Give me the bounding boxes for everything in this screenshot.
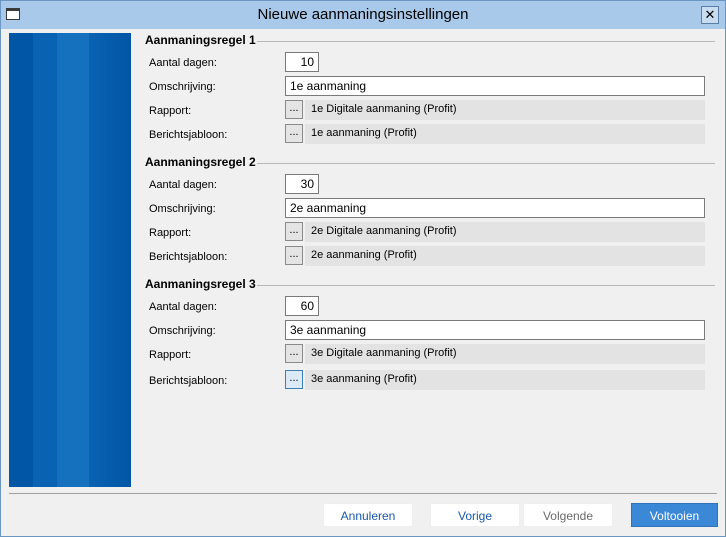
rule-2-report-browse-button[interactable]: ... [285, 222, 303, 241]
template-label: Berichtsjabloon: [149, 375, 228, 387]
days-label: Aantal dagen: [149, 179, 217, 191]
rule-3-template-browse-button[interactable]: ... [285, 370, 303, 389]
rule-2-template-browse-button[interactable]: ... [285, 246, 303, 265]
wizard-banner [9, 33, 131, 487]
rule-3-days-row: Aantal dagen: [139, 296, 715, 318]
days-label: Aantal dagen: [149, 57, 217, 69]
window-title: Nieuwe aanmaningsinstellingen [257, 6, 469, 23]
settings-content: Aanmaningsregel 1 Aantal dagen: Omschrij… [139, 31, 715, 411]
rule-1-template-row: Berichtsjabloon: ... 1e aanmaning (Profi… [139, 124, 715, 146]
section-divider [257, 285, 715, 286]
rule-1-description-input[interactable] [285, 76, 705, 96]
report-label: Rapport: [149, 349, 192, 361]
rule-2-template-row: Berichtsjabloon: ... 2e aanmaning (Profi… [139, 246, 715, 268]
footer-divider [9, 493, 717, 494]
rule-3-days-input[interactable] [285, 296, 319, 316]
close-icon: ✕ [704, 7, 716, 22]
template-label: Berichtsjabloon: [149, 129, 228, 141]
rule-title: Aanmaningsregel 2 [145, 155, 256, 169]
rule-title: Aanmaningsregel 3 [145, 277, 256, 291]
rule-3-description-input[interactable] [285, 320, 705, 340]
rule-1-report-value: 1e Digitale aanmaning (Profit) [305, 100, 705, 120]
rule-3-report-row: Rapport: ... 3e Digitale aanmaning (Prof… [139, 344, 715, 366]
previous-button[interactable]: Vorige [430, 503, 520, 527]
rule-1-report-row: Rapport: ... 1e Digitale aanmaning (Prof… [139, 100, 715, 122]
report-label: Rapport: [149, 227, 192, 239]
rule-2-description-input[interactable] [285, 198, 705, 218]
rule-2-days-input[interactable] [285, 174, 319, 194]
rule-3-template-value: 3e aanmaning (Profit) [305, 370, 705, 390]
close-button[interactable]: ✕ [701, 6, 719, 24]
rule-1-description-row: Omschrijving: [139, 76, 715, 98]
title-bar: Nieuwe aanmaningsinstellingen ✕ [1, 1, 725, 29]
finish-button[interactable]: Voltooien [631, 503, 718, 527]
next-button[interactable]: Volgende [523, 503, 613, 527]
rule-3-report-browse-button[interactable]: ... [285, 344, 303, 363]
rule-3-description-row: Omschrijving: [139, 320, 715, 342]
dialog-window: Nieuwe aanmaningsinstellingen ✕ Aanmanin… [0, 0, 726, 537]
rule-1-days-input[interactable] [285, 52, 319, 72]
template-label: Berichtsjabloon: [149, 251, 228, 263]
rule-1-days-row: Aantal dagen: [139, 52, 715, 74]
rule-1-template-value: 1e aanmaning (Profit) [305, 124, 705, 144]
cancel-button[interactable]: Annuleren [323, 503, 413, 527]
rule-2-report-row: Rapport: ... 2e Digitale aanmaning (Prof… [139, 222, 715, 244]
rule-2-days-row: Aantal dagen: [139, 174, 715, 196]
description-label: Omschrijving: [149, 325, 216, 337]
description-label: Omschrijving: [149, 81, 216, 93]
rule-1-report-browse-button[interactable]: ... [285, 100, 303, 119]
rule-3-report-value: 3e Digitale aanmaning (Profit) [305, 344, 705, 364]
rule-title: Aanmaningsregel 1 [145, 33, 256, 47]
rule-2-report-value: 2e Digitale aanmaning (Profit) [305, 222, 705, 242]
rule-2-template-value: 2e aanmaning (Profit) [305, 246, 705, 266]
section-divider [257, 41, 715, 42]
rule-1-template-browse-button[interactable]: ... [285, 124, 303, 143]
rule-2-description-row: Omschrijving: [139, 198, 715, 220]
section-divider [257, 163, 715, 164]
description-label: Omschrijving: [149, 203, 216, 215]
report-label: Rapport: [149, 105, 192, 117]
days-label: Aantal dagen: [149, 301, 217, 313]
rule-3-template-row: Berichtsjabloon: ... 3e aanmaning (Profi… [139, 370, 715, 392]
